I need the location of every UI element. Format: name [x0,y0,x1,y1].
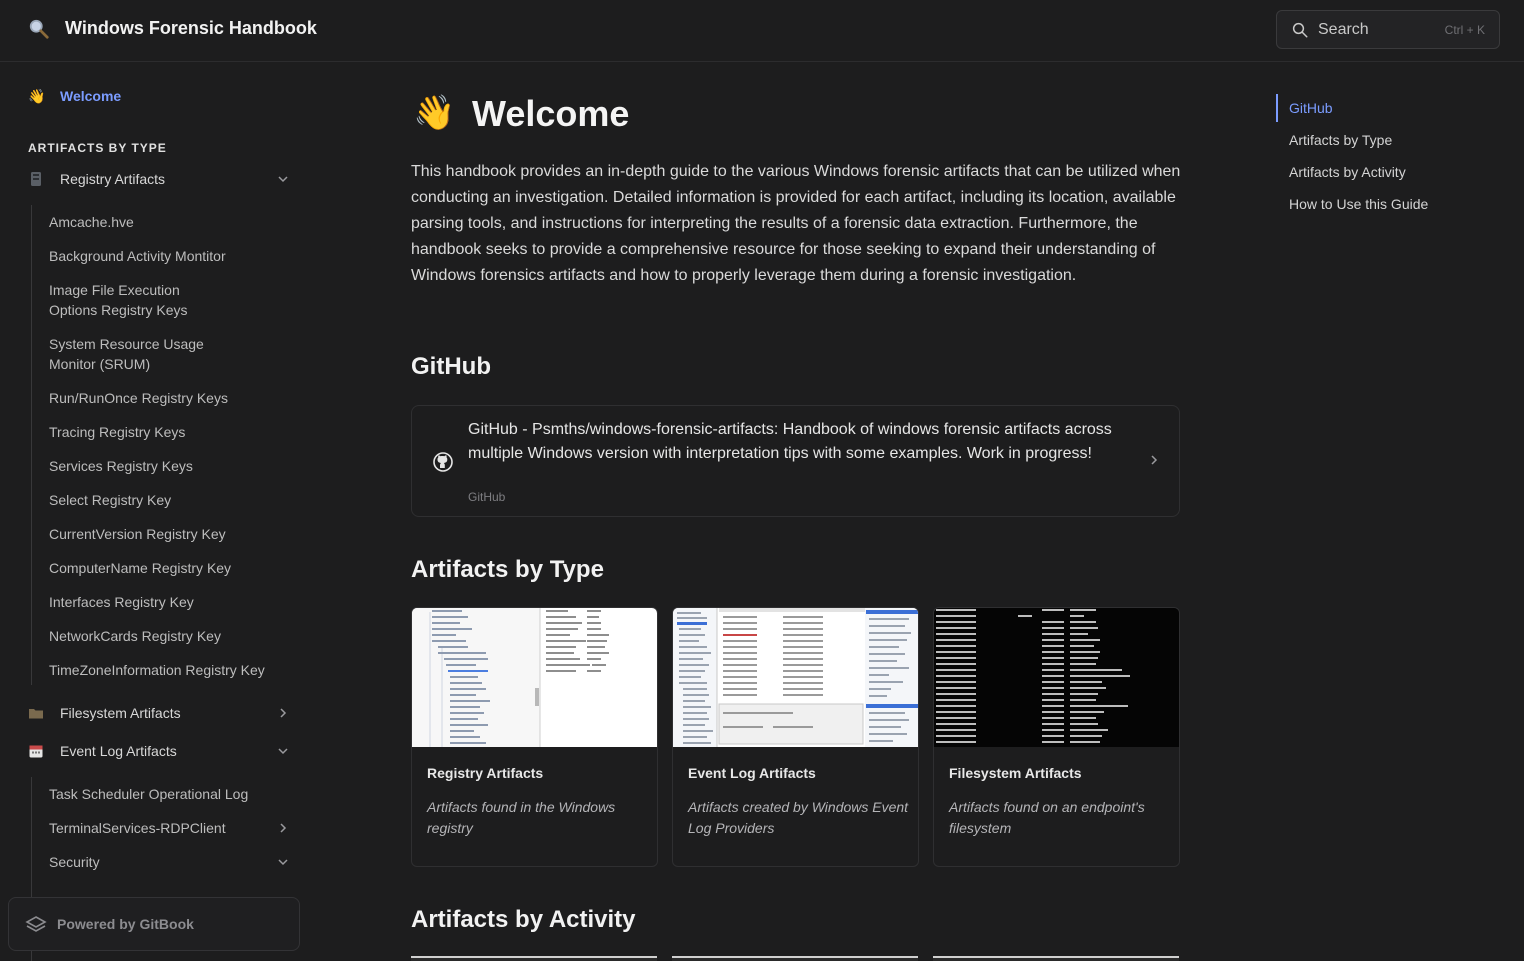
card-event-log-artifacts[interactable]: Event Log Artifacts Artifacts created by… [672,607,919,867]
chevron-right-icon[interactable] [276,821,290,835]
page-title: Welcome [472,93,630,134]
sidebar-item-tracing[interactable]: Tracing Registry Keys [49,422,294,442]
heading-artifacts-by-type: Artifacts by Type [411,556,604,583]
github-card-title: GitHub - Psmths/windows-forensic-artifac… [468,421,1112,462]
sidebar-item-security[interactable]: Security [49,852,294,872]
sidebar-item-amcache[interactable]: Amcache.hve [49,212,294,232]
sidebar-item-bam[interactable]: Background Activity Montitor [49,246,294,266]
calendar-icon [29,745,43,758]
waving-hand-icon: 👋 [413,94,456,132]
sidebar-item-computername[interactable]: ComputerName Registry Key [49,558,294,578]
card-filesystem-artifacts[interactable]: Filesystem Artifacts Artifacts found on … [933,607,1180,867]
github-icon [433,452,453,472]
main-content: 👋 Welcome This handbook provides an in-d… [411,63,1181,961]
search-shortcut: Ctrl + K [1444,23,1485,37]
sidebar-item-ifeo[interactable]: Image File Execution Options Registry Ke… [49,280,209,320]
site-title[interactable]: Windows Forensic Handbook [65,18,317,39]
sidebar-group-label: Filesystem Artifacts [60,705,181,721]
chevron-down-icon[interactable] [276,172,290,186]
registry-icon [31,172,41,186]
top-header: Windows Forensic Handbook Search Ctrl + … [0,0,1524,62]
sidebar-group-event-log-artifacts[interactable]: Event Log Artifacts [28,739,294,765]
sidebar-item-srum[interactable]: System Resource Usage Monitor (SRUM) [49,334,209,374]
sidebar-item-run-runonce[interactable]: Run/RunOnce Registry Keys [49,388,294,408]
event-viewer-thumbnail [673,608,918,747]
sidebar-item-task-scheduler[interactable]: Task Scheduler Operational Log [49,784,294,804]
toc-item-how-to-use[interactable]: How to Use this Guide [1289,196,1428,212]
registry-editor-thumbnail [412,608,657,747]
sidebar-group-registry-artifacts[interactable]: Registry Artifacts [28,167,294,193]
chevron-down-icon[interactable] [276,744,290,758]
sidebar-item-label: Welcome [60,88,122,104]
heading-github: GitHub [411,353,491,380]
github-link-card[interactable]: GitHub - Psmths/windows-forensic-artifac… [411,405,1180,517]
chevron-right-icon[interactable] [276,706,290,720]
powered-by-label: Powered by GitBook [57,916,194,932]
chevron-down-icon[interactable] [276,855,290,869]
sidebar-item-interfaces[interactable]: Interfaces Registry Key [49,592,294,612]
sidebar-group-label: Event Log Artifacts [60,743,177,759]
card-title: Filesystem Artifacts [949,765,1082,781]
sidebar-item-networkcards[interactable]: NetworkCards Registry Key [49,626,294,646]
search-label: Search [1318,21,1369,38]
card-description: Artifacts found in the Windows registry [427,799,616,836]
card-title: Registry Artifacts [427,765,544,781]
sidebar-item-currentversion[interactable]: CurrentVersion Registry Key [49,524,294,544]
sidebar-item-label: TerminalServices-RDPClient [49,820,226,836]
activity-card-preview[interactable] [933,956,1179,961]
toc-item-artifacts-by-type[interactable]: Artifacts by Type [1289,132,1392,148]
intro-paragraph: This handbook provides an in-depth guide… [411,163,1181,284]
card-description: Artifacts created by Windows Event Log P… [688,799,909,836]
search-icon [1292,22,1308,38]
sidebar-item-select[interactable]: Select Registry Key [49,490,294,510]
sidebar-item-label: Security [49,854,100,870]
terminal-listing-thumbnail [934,608,1179,747]
github-card-source: GitHub [468,490,506,504]
sidebar-item-terminalservices[interactable]: TerminalServices-RDPClient [49,818,294,838]
heading-artifacts-by-activity: Artifacts by Activity [411,906,636,933]
activity-card-preview[interactable] [672,956,918,961]
sidebar-group-filesystem-artifacts[interactable]: Filesystem Artifacts [28,701,294,727]
activity-card-preview[interactable] [411,956,657,961]
sidebar-item-services[interactable]: Services Registry Keys [49,456,294,476]
card-description: Artifacts found on an endpoint's filesys… [949,799,1145,836]
waving-hand-icon: 👋 [28,88,46,104]
gitbook-icon [25,916,47,932]
sidebar: 👋 Welcome ARTIFACTS BY TYPE Registry Art… [0,63,310,961]
search-button[interactable]: Search Ctrl + K [1276,10,1500,49]
toc-item-artifacts-by-activity[interactable]: Artifacts by Activity [1289,164,1406,180]
sidebar-item-timezoneinformation[interactable]: TimeZoneInformation Registry Key [49,660,294,680]
magnifier-logo-icon[interactable] [28,18,50,40]
card-title: Event Log Artifacts [688,765,816,781]
toc-active-indicator [1276,94,1278,122]
tree-guide-line [31,205,32,685]
sidebar-group-label: Registry Artifacts [60,171,166,187]
folder-icon [29,709,43,719]
chevron-right-icon [1151,455,1158,465]
card-registry-artifacts[interactable]: Registry Artifacts Artifacts found in th… [411,607,658,867]
powered-by-gitbook[interactable]: Powered by GitBook [8,897,300,951]
sidebar-section-title: ARTIFACTS BY TYPE [28,141,167,155]
toc-item-github[interactable]: GitHub [1289,100,1333,116]
